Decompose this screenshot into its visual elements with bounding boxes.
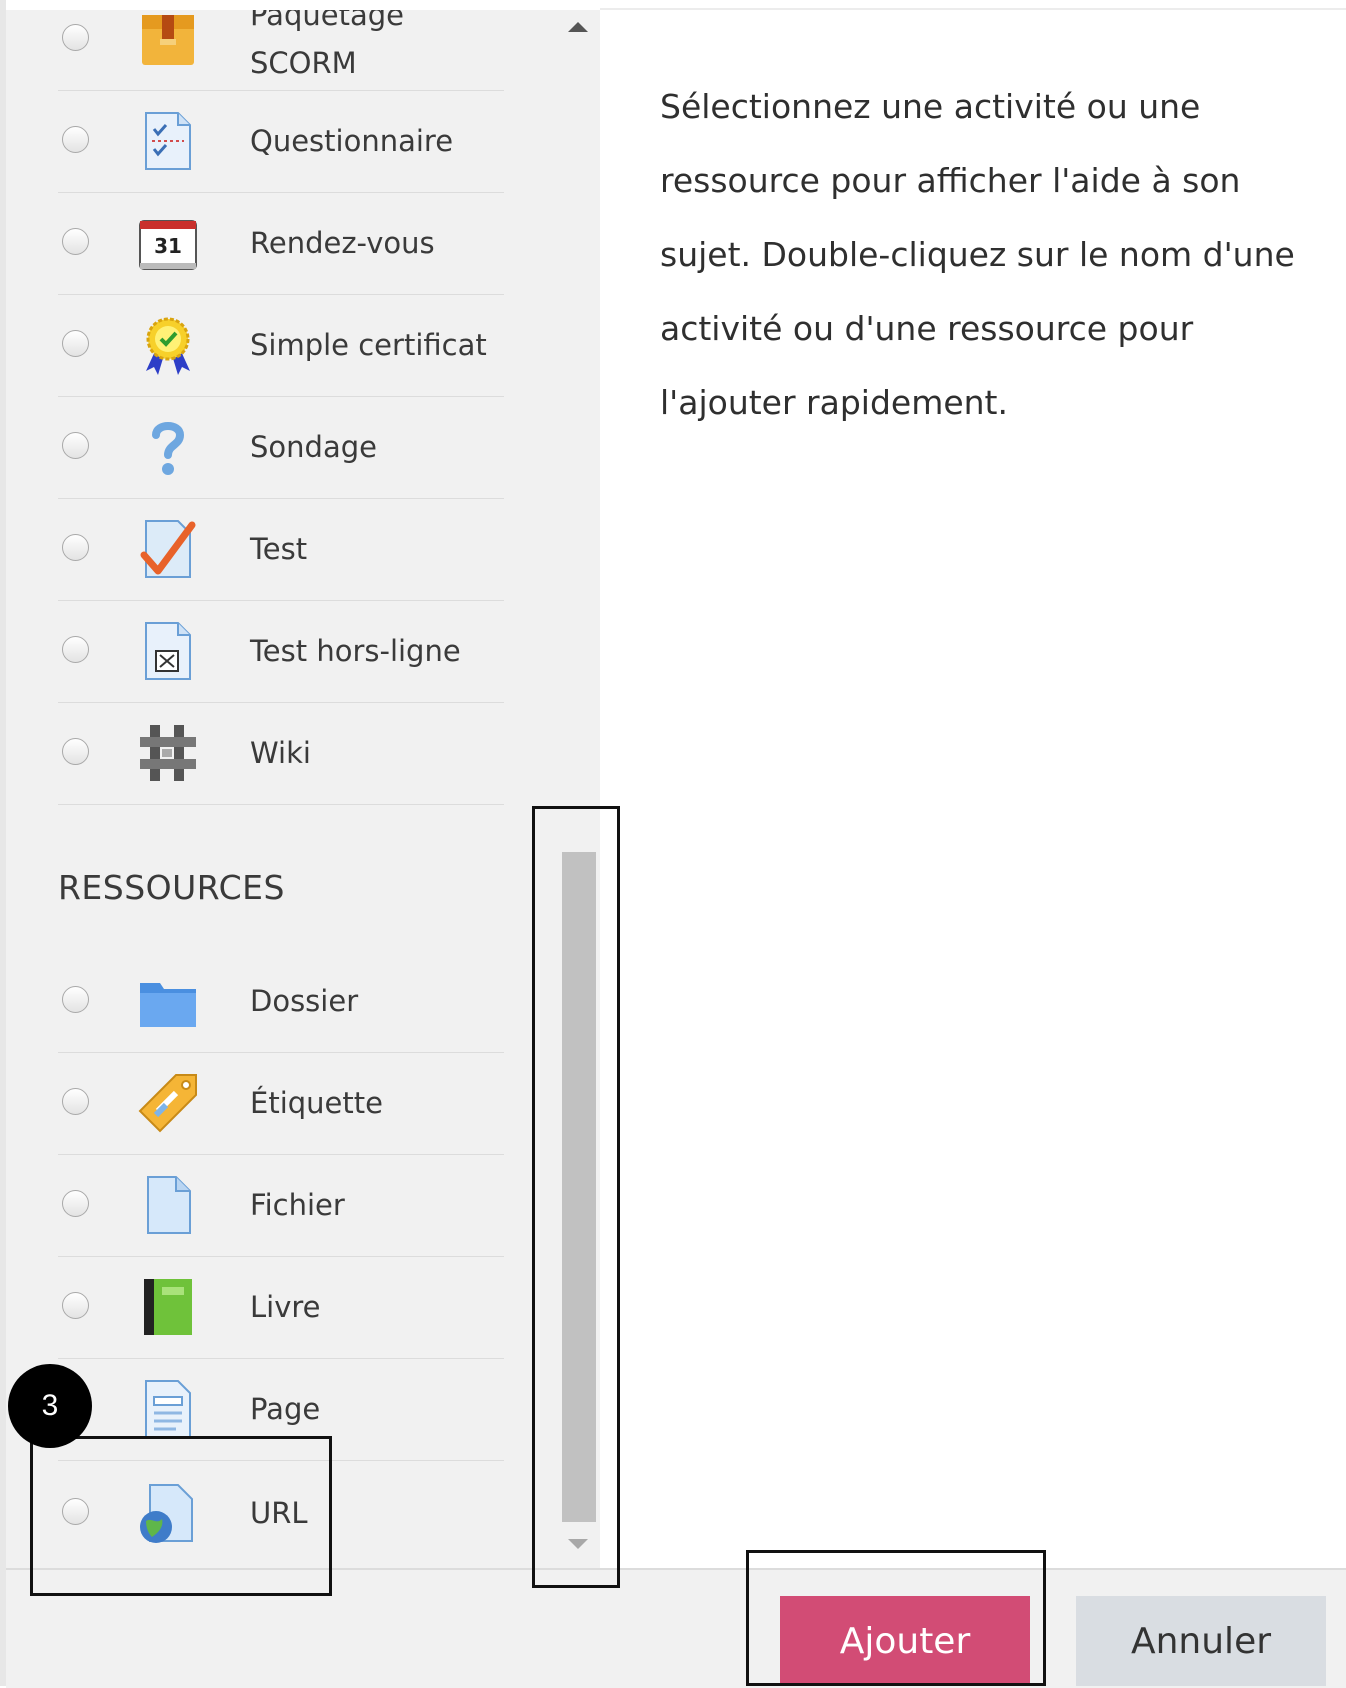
radio-button[interactable]: [62, 1292, 89, 1319]
list-item-etiquette[interactable]: Étiquette: [58, 1052, 504, 1155]
scorm-package-icon: [136, 10, 200, 71]
radio-button[interactable]: [62, 126, 89, 153]
quiz-checkmark-icon: [136, 517, 200, 581]
highlight-box-url: [30, 1436, 332, 1596]
radio-button[interactable]: [62, 432, 89, 459]
certificate-icon: [136, 313, 200, 377]
list-item-dossier[interactable]: Dossier: [58, 950, 504, 1053]
item-label: Test hors-ligne: [250, 634, 461, 668]
item-label: Page: [250, 1392, 321, 1426]
radio-button[interactable]: [62, 636, 89, 663]
highlight-box-add-button: [746, 1550, 1046, 1686]
radio-button[interactable]: [62, 228, 89, 255]
radio-button[interactable]: [62, 1190, 89, 1217]
item-label: Fichier: [250, 1188, 345, 1222]
modal-top-border: [600, 8, 1346, 10]
book-icon: [136, 1275, 200, 1339]
list-item-wiki[interactable]: Wiki: [58, 702, 504, 805]
scroll-up-arrow-icon[interactable]: [568, 22, 588, 32]
item-label: Test: [250, 532, 308, 566]
section-heading-resources: RESSOURCES: [58, 868, 285, 907]
questionnaire-icon: [136, 109, 200, 173]
item-label: Questionnaire: [250, 124, 454, 158]
svg-text:31: 31: [154, 234, 182, 258]
question-mark-icon: [136, 415, 200, 479]
label-tag-icon: [136, 1071, 200, 1135]
radio-button[interactable]: [62, 24, 89, 51]
list-item-test-hors-ligne[interactable]: Test hors-ligne: [58, 600, 504, 703]
item-label: Simple certificat: [250, 328, 487, 362]
cancel-button[interactable]: Annuler: [1076, 1596, 1326, 1686]
list-item-sondage[interactable]: Sondage: [58, 396, 504, 499]
file-icon: [136, 1173, 200, 1237]
item-label: Wiki: [250, 736, 311, 770]
module-chooser-list[interactable]: Paquetage SCORM Questionnaire 31 Rendez-…: [6, 10, 600, 1568]
radio-button[interactable]: [62, 1088, 89, 1115]
list-item-test[interactable]: Test: [58, 498, 504, 601]
page-icon: [136, 1377, 200, 1441]
item-label: Livre: [250, 1290, 321, 1324]
help-description: Sélectionnez une activité ou une ressour…: [660, 87, 1295, 422]
list-item-simple-certificat[interactable]: Simple certificat: [58, 294, 504, 397]
offline-quiz-icon: [136, 619, 200, 683]
radio-button[interactable]: [62, 986, 89, 1013]
list-item-fichier[interactable]: Fichier: [58, 1154, 504, 1257]
item-label: Sondage: [250, 430, 377, 464]
highlight-box-scrollbar: [532, 806, 620, 1588]
step-number-badge: 3: [8, 1364, 92, 1448]
folder-icon: [136, 969, 200, 1033]
list-item-livre[interactable]: Livre: [58, 1256, 504, 1359]
calendar-icon: 31: [136, 211, 200, 275]
wiki-icon: [136, 721, 200, 785]
list-item-questionnaire[interactable]: Questionnaire: [58, 90, 504, 193]
item-label: Dossier: [250, 984, 359, 1018]
list-item-rendez-vous[interactable]: 31 Rendez-vous: [58, 192, 504, 295]
item-label: Rendez-vous: [250, 226, 435, 260]
item-label: Paquetage SCORM: [250, 10, 404, 80]
radio-button[interactable]: [62, 534, 89, 561]
item-label: Étiquette: [250, 1086, 383, 1120]
list-item-scorm[interactable]: Paquetage SCORM: [58, 10, 504, 91]
radio-button[interactable]: [62, 738, 89, 765]
radio-button[interactable]: [62, 330, 89, 357]
